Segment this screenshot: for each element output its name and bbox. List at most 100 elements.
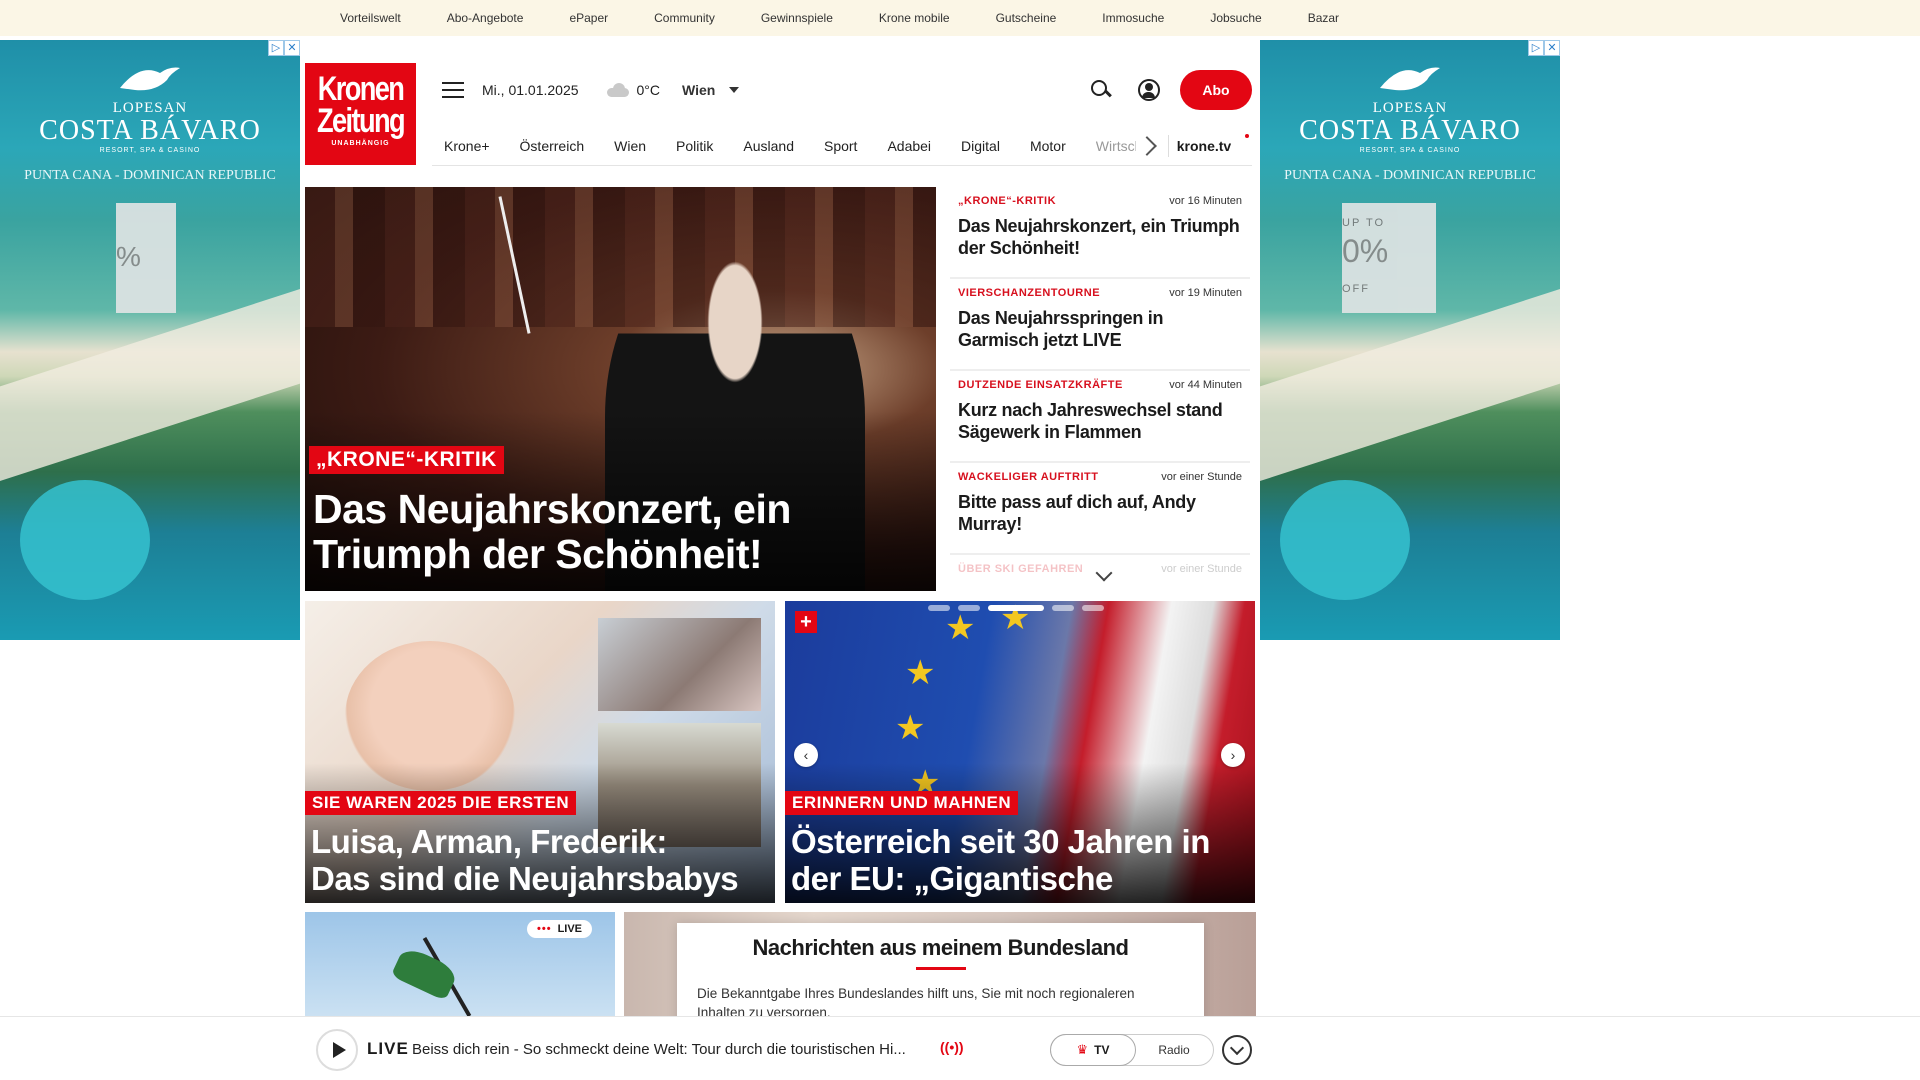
header-actions: Abo <box>1090 68 1252 112</box>
nav-item-wien[interactable]: Wien <box>614 138 646 154</box>
ticker-item[interactable]: WACKELIGER AUFTRITT vor einer Stunde Bitt… <box>950 463 1250 555</box>
toggle-tv[interactable]: ♛ TV <box>1050 1034 1136 1066</box>
nav-item-krone-tv[interactable]: krone.tv <box>1177 138 1231 154</box>
hero-article[interactable]: „KRONE“-KRITIK Das Neujahrskonzert, ein … <box>305 187 936 591</box>
news-ticker: „KRONE“-KRITIK vor 16 Minuten Das Neujahr… <box>950 187 1250 591</box>
carousel-dot[interactable] <box>1082 605 1104 611</box>
topbar-link-gutscheine[interactable]: Gutscheine <box>996 11 1057 25</box>
ad-banner-left[interactable]: ▷ ✕ LOPESAN COSTA BÁVARO RESORT, SPA & C… <box>0 40 300 640</box>
ad-info-icon[interactable]: ▷ <box>268 40 284 56</box>
cloud-icon <box>605 83 631 97</box>
menu-icon[interactable] <box>442 82 464 98</box>
ad-info-icon[interactable]: ▷ <box>1528 40 1544 56</box>
card-title-line-2: Das sind die Neujahrsbabys <box>311 860 739 897</box>
eu-star-icon: ★ <box>895 709 926 747</box>
topbar-link-gewinnspiele[interactable]: Gewinnspiele <box>761 11 833 25</box>
ad-pool-image <box>20 480 150 600</box>
ad-logo: LOPESAN COSTA BÁVARO RESORT, SPA & CASIN… <box>1260 58 1560 184</box>
nav-item-krone-plus[interactable]: Krone+ <box>444 138 490 154</box>
nav-item-motor[interactable]: Motor <box>1030 138 1066 154</box>
chevron-down-icon[interactable] <box>729 87 740 93</box>
logo-line-2: Zeitung <box>316 102 406 140</box>
carousel-dot[interactable] <box>1052 605 1074 611</box>
topbar-link-abo-angebote[interactable]: Abo-Angebote <box>447 11 524 25</box>
live-badge-label: LIVE <box>557 923 583 935</box>
card-image-jumper <box>390 944 460 1002</box>
site-logo[interactable]: Kronen Zeitung UNABHÄNGIG <box>305 63 416 165</box>
ticker-time: vor 16 Minuten <box>1169 195 1242 207</box>
ticker-headline[interactable]: Das Neujahrskonzert, ein Triumph der Sch… <box>958 215 1242 259</box>
abo-button[interactable]: Abo <box>1180 70 1252 110</box>
nav-item-ausland[interactable]: Ausland <box>743 138 794 154</box>
topbar-link-vorteilswelt[interactable]: Vorteilswelt <box>340 11 401 25</box>
utility-bar: Vorteilswelt Abo-Angebote ePaper Communi… <box>0 0 1920 36</box>
toggle-radio[interactable]: Radio <box>1135 1035 1213 1065</box>
city-selector[interactable]: Wien <box>682 82 715 98</box>
topbar-link-immosuche[interactable]: Immosuche <box>1102 11 1164 25</box>
temperature: 0°C <box>636 82 661 98</box>
eu-star-icon: ★ <box>905 654 936 692</box>
carousel-dot[interactable] <box>928 605 950 611</box>
toggle-tv-label: TV <box>1094 1043 1110 1057</box>
live-dots-icon: ••• <box>537 923 552 935</box>
carousel-dot-active[interactable] <box>988 605 1044 611</box>
ad-brand-sub: RESORT, SPA & CASINO <box>99 147 201 154</box>
ad-beach-image <box>0 283 300 487</box>
card-kicker: SIE WAREN 2025 DIE ERSTEN <box>305 791 577 815</box>
topbar-link-community[interactable]: Community <box>654 11 715 25</box>
ad-close-controls[interactable]: ▷ ✕ <box>268 40 300 56</box>
ticker-item[interactable]: „KRONE“-KRITIK vor 16 Minuten Das Neujahr… <box>950 187 1250 279</box>
ad-pool-image <box>1280 480 1410 600</box>
article-card-neujahrsbabys[interactable]: SIE WAREN 2025 DIE ERSTEN Luisa, Arman, … <box>305 601 775 903</box>
player-stream-title[interactable]: Beiss dich rein - So schmeckt deine Welt… <box>412 1041 932 1058</box>
nav-item-digital[interactable]: Digital <box>961 138 1000 154</box>
nav-divider <box>1167 134 1169 157</box>
account-icon[interactable] <box>1138 79 1160 101</box>
ticker-item[interactable]: VIERSCHANZENTOURNE vor 19 Minuten Das Neu… <box>950 279 1250 371</box>
ticker-item[interactable]: DUTZENDE EINSATZKRÄFTE vor 44 Minuten Kur… <box>950 371 1250 463</box>
ad-close-icon[interactable]: ✕ <box>284 40 300 56</box>
ad-banner-right[interactable]: ▷ ✕ LOPESAN COSTA BÁVARO RESORT, SPA & C… <box>1260 40 1560 640</box>
ad-brand-main: COSTA BÁVARO <box>1299 115 1521 146</box>
topbar-link-epaper[interactable]: ePaper <box>569 11 608 25</box>
topbar-link-krone-mobile[interactable]: Krone mobile <box>879 11 950 25</box>
nav-item-politik[interactable]: Politik <box>676 138 713 154</box>
expand-player-icon[interactable] <box>1222 1035 1252 1065</box>
topbar-link-jobsuche[interactable]: Jobsuche <box>1210 11 1261 25</box>
ticker-time: vor 19 Minuten <box>1169 287 1242 299</box>
nav-item-wirtschaft[interactable]: Wirtschaft <box>1096 138 1136 154</box>
search-icon[interactable] <box>1090 79 1112 101</box>
nav-item-oesterreich[interactable]: Österreich <box>520 138 585 154</box>
ad-logo: LOPESAN COSTA BÁVARO RESORT, SPA & CASIN… <box>0 58 300 184</box>
ad-promo-box: % <box>116 203 176 313</box>
tv-radio-toggle[interactable]: ♛ TV Radio <box>1050 1034 1214 1066</box>
ticker-headline[interactable]: Das Neujahrsspringen in Garmisch jetzt L… <box>958 307 1242 351</box>
broadcast-icon: ((•)) <box>940 1039 964 1055</box>
ticker-kicker: ÜBER SKI GEFAHREN <box>958 563 1084 575</box>
topbar-link-bazar[interactable]: Bazar <box>1308 11 1339 25</box>
logo-line-1: Kronen <box>317 70 405 108</box>
ad-promo-text: % <box>116 241 141 272</box>
card-title-line-1: Österreich seit 30 Jahren in <box>791 823 1210 860</box>
live-player-bar: LIVE Beiss dich rein - So schmeckt deine… <box>0 1016 1920 1080</box>
nav-item-sport[interactable]: Sport <box>824 138 857 154</box>
play-icon[interactable] <box>316 1029 358 1071</box>
hero-image-background <box>305 187 936 327</box>
card-title-line-2: der EU: „Gigantische Leistung“ <box>791 860 1113 903</box>
ticker-headline[interactable]: Kurz nach Jahreswechsel stand Sägewerk i… <box>958 399 1242 443</box>
ad-promo-bottom: OFF <box>1342 283 1370 295</box>
region-prompt-underline <box>915 967 966 970</box>
chevron-right-icon[interactable] <box>1136 135 1157 156</box>
ad-bird-icon <box>120 67 180 91</box>
card-title: Luisa, Arman, Frederik: Das sind die Neu… <box>311 823 739 897</box>
ad-brand-sub: RESORT, SPA & CASINO <box>1359 147 1461 154</box>
nav-item-adabei[interactable]: Adabei <box>887 138 931 154</box>
current-date: Mi., 01.01.2025 <box>482 82 579 98</box>
article-card-eu[interactable]: ★ ★ ★ ★ ★ + ‹ › ERINNERN UND MAHNEN Öste… <box>785 601 1255 903</box>
carousel-dot[interactable] <box>958 605 980 611</box>
ad-close-icon[interactable]: ✕ <box>1544 40 1560 56</box>
ticker-headline[interactable]: Bitte pass auf dich auf, Andy Murray! <box>958 491 1242 535</box>
logo-tagline: UNABHÄNGIG <box>331 140 390 147</box>
ad-close-controls[interactable]: ▷ ✕ <box>1528 40 1560 56</box>
header-bar: Mi., 01.01.2025 0°C Wien Abo <box>432 68 1252 112</box>
